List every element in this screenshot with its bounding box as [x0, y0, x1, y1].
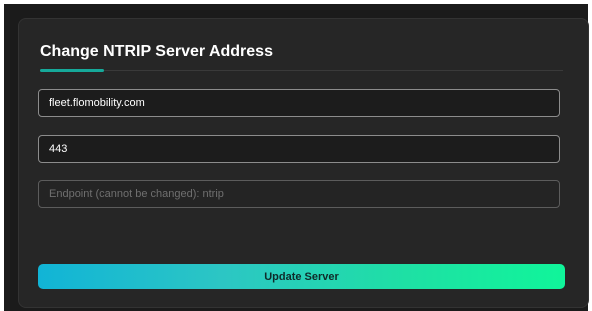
ntrip-settings-panel: Change NTRIP Server Address Update Serve…: [18, 18, 589, 308]
endpoint-input: [38, 180, 560, 208]
title-accent-underline: [40, 69, 104, 72]
panel-title: Change NTRIP Server Address: [40, 43, 273, 60]
server-host-input[interactable]: [38, 89, 560, 117]
update-server-button[interactable]: Update Server: [38, 264, 565, 289]
server-port-input[interactable]: [38, 135, 560, 163]
screen: Change NTRIP Server Address Update Serve…: [0, 0, 592, 311]
title-divider: [40, 70, 563, 71]
